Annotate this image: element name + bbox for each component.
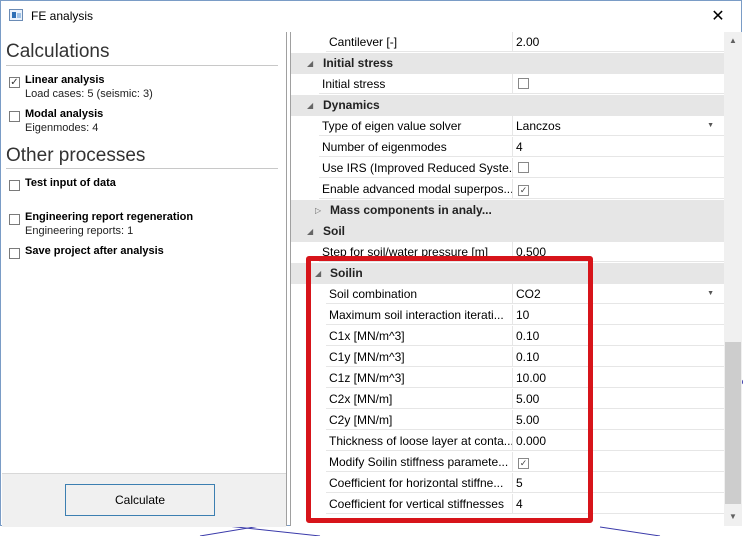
property-row: Use IRS (Improved Reduced Syste...	[291, 158, 724, 179]
divider	[6, 65, 278, 66]
property-value[interactable]: Lanczos ▼	[513, 116, 724, 136]
checkbox-icon[interactable]: ✓	[518, 185, 529, 196]
property-group[interactable]: ◢ Soil	[291, 221, 724, 242]
property-name: Cantilever [-]	[326, 32, 513, 52]
modal-analysis-label: Modal analysis	[25, 108, 104, 120]
property-group-label: Dynamics	[323, 98, 380, 112]
modal-analysis-checkbox[interactable]	[9, 111, 20, 122]
fe-analysis-app-icon	[9, 9, 23, 21]
property-value-text: 4	[516, 140, 523, 154]
chevron-down-icon[interactable]: ▼	[707, 116, 714, 136]
property-value[interactable]	[513, 158, 724, 178]
save-project-label: Save project after analysis	[25, 245, 164, 257]
triangle-expand-icon[interactable]: ◢	[307, 53, 313, 74]
soilin-highlight-frame	[306, 256, 593, 523]
scroll-down-icon[interactable]: ▼	[724, 508, 742, 526]
property-name: Type of eigen value solver	[319, 116, 513, 136]
linear-analysis-checkbox[interactable]: ✓	[9, 77, 20, 88]
modal-analysis-info: Eigenmodes: 4	[25, 122, 99, 134]
property-value[interactable]: 2.00	[513, 32, 724, 52]
calculations-heading: Calculations	[6, 41, 110, 62]
property-value-text: Lanczos	[516, 119, 561, 133]
triangle-collapsed-icon[interactable]: ▷	[315, 200, 321, 221]
checkbox-icon[interactable]	[518, 78, 529, 89]
property-row: Type of eigen value solver Lanczos ▼	[291, 116, 724, 137]
other-processes-heading: Other processes	[6, 145, 146, 166]
property-row: Initial stress	[291, 74, 724, 95]
linear-analysis-label: Linear analysis	[25, 74, 105, 86]
test-input-label: Test input of data	[25, 177, 116, 189]
property-row: Cantilever [-] 2.00	[291, 32, 724, 53]
property-group-label: Initial stress	[323, 56, 394, 70]
engineering-report-label: Engineering report regeneration	[25, 211, 194, 223]
test-input-checkbox[interactable]	[9, 180, 20, 191]
property-group[interactable]: ◢ Dynamics	[291, 95, 724, 116]
engineering-report-checkbox[interactable]	[9, 214, 20, 225]
chevron-down-icon[interactable]: ▼	[707, 284, 714, 304]
button-bar: Calculate	[2, 473, 286, 527]
triangle-expand-icon[interactable]: ◢	[307, 95, 313, 116]
save-project-checkbox[interactable]	[9, 248, 20, 259]
property-group[interactable]: ▷ Mass components in analy...	[291, 200, 724, 221]
property-row: Enable advanced modal superpos... ✓	[291, 179, 724, 200]
calculate-button[interactable]: Calculate	[65, 484, 215, 516]
linear-analysis-info: Load cases: 5 (seismic: 3)	[25, 88, 153, 100]
processes-panel: Calculations ✓ Linear analysis Load case…	[2, 32, 287, 527]
vertical-scrollbar[interactable]: ▲ ▼	[724, 32, 742, 526]
triangle-expand-icon[interactable]: ◢	[307, 221, 313, 242]
scrollbar-thumb[interactable]	[725, 342, 741, 504]
window-title: FE analysis	[31, 9, 94, 23]
property-group-label: Mass components in analy...	[330, 203, 492, 217]
property-value[interactable]: ✓	[513, 179, 724, 199]
engineering-report-info: Engineering reports: 1	[25, 225, 134, 237]
title-bar: FE analysis ✕	[1, 1, 741, 32]
property-name: Initial stress	[319, 74, 513, 94]
property-name: Number of eigenmodes	[319, 137, 513, 157]
property-row: Number of eigenmodes 4	[291, 137, 724, 158]
property-value-text: 2.00	[516, 35, 540, 49]
property-value[interactable]: 4	[513, 137, 724, 157]
close-icon[interactable]: ✕	[695, 1, 741, 32]
property-name: Use IRS (Improved Reduced Syste...	[319, 158, 513, 178]
checkbox-icon[interactable]	[518, 162, 529, 173]
scroll-up-icon[interactable]: ▲	[724, 32, 742, 50]
property-name: Enable advanced modal superpos...	[319, 179, 513, 199]
divider	[6, 168, 278, 169]
property-value[interactable]	[513, 74, 724, 94]
property-group-label: Soil	[323, 224, 346, 238]
property-group[interactable]: ◢ Initial stress	[291, 53, 724, 74]
